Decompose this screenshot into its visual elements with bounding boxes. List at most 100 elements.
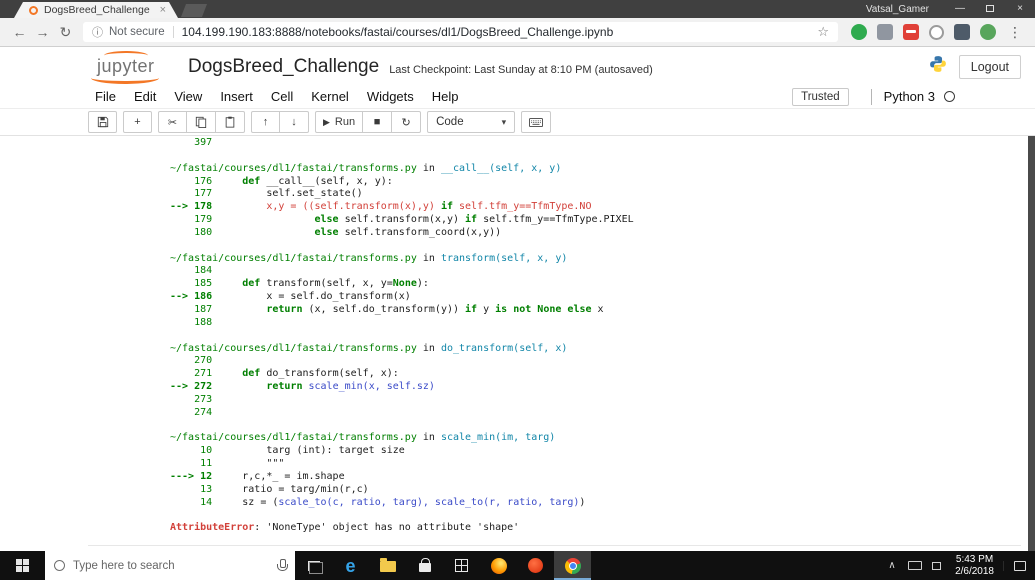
store-taskbar-button[interactable]	[406, 551, 443, 580]
forward-button[interactable]: →	[31, 24, 54, 40]
insert-cell-button[interactable]: +	[123, 111, 152, 133]
grid-app-icon	[455, 559, 468, 572]
clock-date: 2/6/2018	[955, 565, 994, 577]
bookmark-star-icon[interactable]: ☆	[817, 24, 829, 40]
cut-cell-button[interactable]: ✂	[158, 111, 187, 133]
menu-edit[interactable]: Edit	[125, 87, 165, 106]
back-button[interactable]: ←	[8, 24, 31, 40]
save-icon	[97, 116, 108, 128]
extension-icon-1[interactable]	[851, 24, 867, 40]
search-icon	[54, 560, 65, 571]
extension-icon-2[interactable]	[877, 24, 893, 40]
cell-type-value: Code	[436, 116, 464, 128]
menu-insert[interactable]: Insert	[211, 87, 262, 106]
tray-network-icon[interactable]	[932, 561, 942, 570]
window-controls: Vatsal_Gamer — ×	[866, 0, 1035, 18]
notebook-header: jupyter DogsBreed_Challenge Last Checkpo…	[0, 48, 1035, 85]
chrome-profile-name[interactable]: Vatsal_Gamer	[866, 4, 929, 15]
start-button[interactable]	[0, 551, 45, 580]
tab-title: DogsBreed_Challenge	[44, 4, 150, 16]
scrollbar[interactable]	[1028, 136, 1035, 551]
explorer-taskbar-button[interactable]	[369, 551, 406, 580]
tray-expand-icon[interactable]: ∧	[881, 560, 903, 571]
browser-menu-icon[interactable]: ⋮	[1008, 24, 1022, 41]
notebook-menubar: File Edit View Insert Cell Kernel Widget…	[0, 85, 1035, 109]
edge-taskbar-button[interactable]: e	[332, 551, 369, 580]
jupyter-logo[interactable]: jupyter	[88, 50, 164, 84]
browser-toolbar: ← → ↻ ⓘ Not secure 104.199.190.183:8888/…	[0, 18, 1035, 47]
windows-taskbar: Type here to search e ∧ 5:43 PM 2/6/2018	[0, 551, 1035, 580]
menu-help[interactable]: Help	[423, 87, 468, 106]
security-label: Not secure	[109, 26, 165, 38]
maximize-icon	[986, 4, 994, 12]
cell-type-select[interactable]: Code ▾	[427, 111, 516, 133]
taskbar-search[interactable]: Type here to search	[45, 551, 295, 580]
move-cell-up-button[interactable]: ↑	[251, 111, 280, 133]
chrome-taskbar-button[interactable]	[554, 551, 591, 580]
menu-cell[interactable]: Cell	[262, 87, 302, 106]
cell-divider	[88, 545, 1021, 546]
grid-app-taskbar-button[interactable]	[443, 551, 480, 580]
jupyter-page: jupyter DogsBreed_Challenge Last Checkpo…	[0, 48, 1035, 551]
minimize-button[interactable]: —	[945, 0, 975, 18]
header-right: Logout	[929, 54, 1021, 79]
command-palette-button[interactable]	[521, 111, 552, 133]
keyboard-icon	[529, 117, 544, 127]
extension-icon-6[interactable]	[980, 24, 996, 40]
kernel-separator	[870, 88, 872, 105]
notebook-title[interactable]: DogsBreed_Challenge	[188, 56, 379, 78]
restart-kernel-button[interactable]: ↻	[392, 111, 422, 133]
chrome-icon	[564, 557, 581, 574]
logout-button[interactable]: Logout	[958, 54, 1021, 79]
copy-icon	[195, 116, 207, 128]
trusted-badge: Trusted	[792, 87, 849, 106]
system-tray: ∧ 5:43 PM 2/6/2018	[881, 551, 1035, 580]
menu-kernel[interactable]: Kernel	[302, 87, 358, 106]
interrupt-kernel-button[interactable]: ■	[363, 111, 393, 133]
new-tab-button[interactable]	[181, 4, 207, 17]
traceback-output: 397 ~/fastai/courses/dl1/fastai/transfor…	[170, 137, 634, 534]
extension-icon-5[interactable]	[954, 24, 970, 40]
maximize-button[interactable]	[975, 0, 1005, 18]
browser-tab[interactable]: DogsBreed_Challenge ×	[14, 2, 178, 18]
save-button[interactable]	[88, 111, 117, 133]
orange-app-taskbar-button[interactable]	[517, 551, 554, 580]
taskbar-clock[interactable]: 5:43 PM 2/6/2018	[946, 554, 1003, 577]
kernel-status-icon	[944, 91, 955, 102]
close-button[interactable]: ×	[1005, 0, 1035, 18]
action-center-button[interactable]	[1003, 560, 1035, 571]
extension-icon-3[interactable]	[903, 24, 919, 40]
run-button[interactable]: ▶ Run	[315, 111, 364, 133]
search-placeholder: Type here to search	[73, 559, 175, 572]
menu-widgets[interactable]: Widgets	[358, 87, 423, 106]
menu-file[interactable]: File	[86, 87, 125, 106]
tab-close-icon[interactable]: ×	[160, 4, 166, 16]
omnibox-divider	[172, 26, 174, 38]
jupyter-logo-bottom-arc-icon	[91, 72, 159, 84]
microphone-icon[interactable]	[277, 558, 288, 573]
move-cell-down-button[interactable]: ↓	[280, 111, 309, 133]
firefox-icon	[490, 557, 507, 574]
screen: DogsBreed_Challenge × Vatsal_Gamer — × ←…	[0, 0, 1035, 580]
paste-cell-button[interactable]	[216, 111, 245, 133]
kernel-name: Python 3	[883, 89, 935, 104]
task-view-icon	[307, 560, 323, 574]
url-text[interactable]: 104.199.190.183:8888/notebooks/fastai/co…	[182, 25, 812, 39]
info-icon[interactable]: ⓘ	[92, 24, 103, 40]
chevron-down-icon: ▾	[501, 116, 507, 127]
extension-icon-4[interactable]	[929, 24, 944, 40]
firefox-taskbar-button[interactable]	[480, 551, 517, 580]
menubar-right: Trusted Python 3	[792, 87, 955, 106]
store-bag-icon	[418, 558, 431, 572]
folder-icon	[379, 558, 396, 572]
tray-keyboard-icon[interactable]	[908, 561, 923, 570]
reload-button[interactable]: ↻	[54, 24, 77, 41]
checkpoint-text: Last Checkpoint: Last Sunday at 8:10 PM	[389, 64, 592, 76]
orange-app-icon	[528, 558, 543, 573]
checkpoint-status: Last Checkpoint: Last Sunday at 8:10 PM …	[389, 57, 653, 76]
task-view-button[interactable]	[295, 551, 332, 580]
menu-view[interactable]: View	[165, 87, 211, 106]
copy-cell-button[interactable]	[187, 111, 216, 133]
run-icon: ▶	[323, 116, 330, 127]
address-bar[interactable]: ⓘ Not secure 104.199.190.183:8888/notebo…	[83, 22, 838, 42]
